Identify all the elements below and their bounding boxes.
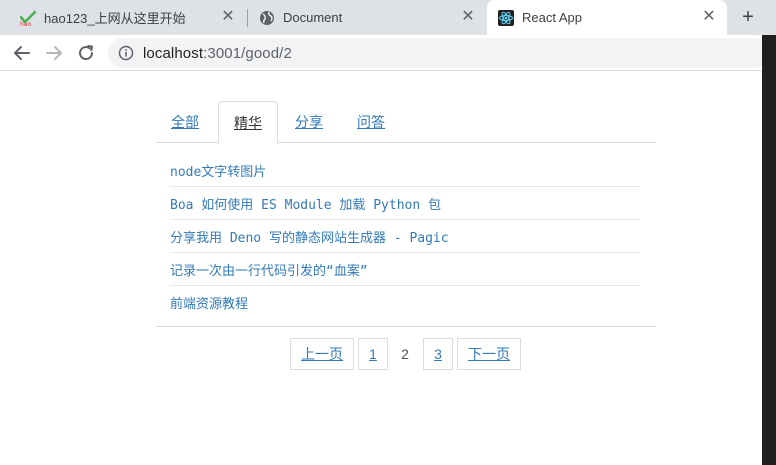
- address-bar[interactable]: localhost:3001/good/2: [108, 38, 768, 68]
- arrow-right-icon: [46, 46, 62, 60]
- arrow-left-icon: [14, 46, 30, 60]
- url-host: localhost: [143, 44, 204, 62]
- browser-tab-title: React App: [522, 10, 582, 25]
- close-tab-icon[interactable]: ✕: [460, 9, 476, 25]
- browser-toolbar: localhost:3001/good/2: [0, 35, 776, 71]
- topic-link[interactable]: Boa 如何使用 ES Module 加载 Python 包: [170, 187, 640, 220]
- browser-tab-hao123[interactable]: hao hao123_上网从这里开始 ✕: [0, 0, 246, 35]
- topic-link[interactable]: 分享我用 Deno 写的静态网站生成器 - Pagic: [170, 220, 640, 253]
- current-page: 2: [392, 338, 418, 370]
- page-1-button[interactable]: 1: [358, 338, 388, 370]
- reload-button[interactable]: [73, 40, 99, 66]
- info-icon[interactable]: [118, 45, 134, 61]
- next-page-button[interactable]: 下一页: [457, 338, 521, 370]
- browser-tab-react-app[interactable]: React App ✕: [487, 0, 727, 35]
- topic-link[interactable]: node文字转图片: [170, 154, 640, 187]
- topic-link[interactable]: 记录一次由一行代码引发的“血案”: [170, 253, 640, 286]
- close-tab-icon[interactable]: ✕: [701, 9, 717, 25]
- url-text: localhost:3001/good/2: [143, 45, 292, 62]
- browser-tab-strip: hao hao123_上网从这里开始 ✕ Document ✕ React Ap: [0, 0, 776, 35]
- forward-button[interactable]: [41, 40, 67, 66]
- window-edge: [762, 0, 776, 465]
- divider: [156, 326, 656, 327]
- browser-tab-title: Document: [283, 10, 343, 25]
- reload-icon: [79, 45, 94, 61]
- browser-tab-document[interactable]: Document ✕: [248, 0, 486, 35]
- topic-tabs: 全部 精华 分享 问答: [156, 101, 656, 144]
- new-tab-button[interactable]: +: [736, 5, 760, 29]
- window-edge-top: [762, 0, 776, 35]
- page-content: 全部 精华 分享 问答 node文字转图片 Boa 如何使用 ES Module…: [0, 72, 762, 465]
- tab-good[interactable]: 精华: [218, 101, 278, 144]
- svg-text:hao: hao: [20, 21, 31, 26]
- hao123-icon: hao: [20, 10, 36, 26]
- page-3-button[interactable]: 3: [423, 338, 453, 370]
- prev-page-button[interactable]: 上一页: [290, 338, 354, 370]
- globe-icon: [259, 10, 275, 26]
- topic-link[interactable]: 前端资源教程: [170, 286, 640, 319]
- react-icon: [498, 9, 514, 26]
- url-path: :3001/good/2: [203, 44, 292, 62]
- browser-tab-title: hao123_上网从这里开始: [44, 11, 186, 26]
- topic-list: node文字转图片 Boa 如何使用 ES Module 加载 Python 包…: [170, 154, 640, 319]
- tab-ask[interactable]: 问答: [342, 101, 400, 143]
- tab-all[interactable]: 全部: [156, 101, 214, 143]
- back-button[interactable]: [9, 40, 35, 66]
- tab-share[interactable]: 分享: [280, 101, 338, 143]
- close-tab-icon[interactable]: ✕: [220, 9, 236, 25]
